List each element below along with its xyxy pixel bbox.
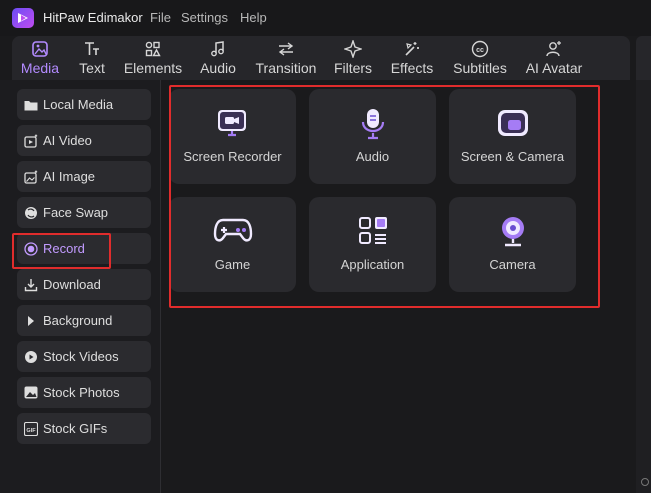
vertical-scrollbar[interactable] (636, 80, 651, 493)
face-swap-icon (24, 206, 38, 220)
sidebar-item-label: AI Image (43, 169, 96, 184)
sidebar-item-face-swap[interactable]: Face Swap (17, 197, 151, 228)
tab-ai-avatar[interactable]: AI Avatar (524, 36, 584, 80)
sidebar-item-background[interactable]: Background (17, 305, 151, 336)
elements-icon (145, 41, 161, 57)
avatar-icon (546, 41, 561, 57)
media-tab-bar: Media Text Elements Audio Transition Fil… (12, 36, 630, 80)
menu-help[interactable]: Help (240, 10, 267, 25)
download-icon (24, 278, 38, 292)
sidebar-item-download[interactable]: Download (17, 269, 151, 300)
tab-elements[interactable]: Elements (124, 36, 182, 80)
tab-label: Audio (200, 60, 236, 76)
media-sidebar: Local Media AI Video AI Image Face Swap … (0, 80, 161, 493)
tab-label: Filters (333, 60, 373, 76)
tab-media[interactable]: Media (20, 36, 60, 80)
tab-label: AI Avatar (525, 60, 583, 76)
record-highlight-box (12, 233, 111, 269)
ai-video-icon (24, 134, 38, 148)
title-bar: HitPaw Edimakor File Settings Help (0, 0, 651, 36)
ai-image-icon (24, 170, 38, 184)
record-options-highlight-box (169, 85, 600, 308)
tab-filters[interactable]: Filters (334, 36, 372, 80)
tab-label: Text (79, 60, 105, 76)
music-note-icon (211, 41, 224, 57)
sparkle-icon (344, 40, 362, 58)
menu-file[interactable]: File (150, 10, 171, 25)
sidebar-item-label: Stock Videos (43, 349, 119, 364)
sidebar-item-stock-gifs[interactable]: GIF Stock GIFs (17, 413, 151, 444)
tab-subtitles[interactable]: cc Subtitles (452, 36, 508, 80)
sidebar-item-label: Download (43, 277, 101, 292)
scroll-handle-icon[interactable] (641, 478, 649, 486)
app-title: HitPaw Edimakor (43, 10, 143, 25)
text-icon (85, 42, 99, 55)
sidebar-item-label: Stock Photos (43, 385, 120, 400)
tab-label: Subtitles (453, 60, 507, 76)
sidebar-item-label: AI Video (43, 133, 92, 148)
sidebar-item-label: Face Swap (43, 205, 109, 220)
cc-icon: cc (471, 40, 489, 58)
menu-settings[interactable]: Settings (181, 10, 228, 25)
stock-video-icon (24, 350, 38, 364)
sidebar-item-label: Stock GIFs (43, 421, 108, 436)
gif-icon: GIF (24, 421, 38, 436)
tab-effects[interactable]: Effects (390, 36, 434, 80)
tab-label: Media (20, 60, 60, 76)
tab-audio[interactable]: Audio (198, 36, 238, 80)
sidebar-item-label: Local Media (43, 97, 114, 112)
tab-text[interactable]: Text (78, 36, 106, 80)
sidebar-item-label: Background (43, 313, 113, 328)
transition-arrows-icon (278, 42, 294, 56)
tab-label: Transition (255, 60, 317, 76)
folder-icon (24, 98, 38, 112)
sidebar-item-stock-videos[interactable]: Stock Videos (17, 341, 151, 372)
tab-label: Effects (390, 60, 434, 76)
app-logo-icon (12, 8, 34, 28)
media-icon (32, 41, 48, 57)
tab-label: Elements (123, 60, 183, 76)
svg-text:GIF: GIF (26, 428, 36, 434)
play-triangle-icon (24, 314, 38, 328)
magic-wand-icon (405, 42, 419, 56)
sidebar-item-local-media[interactable]: Local Media (17, 89, 151, 120)
stock-photo-icon (24, 386, 38, 400)
tab-transition[interactable]: Transition (254, 36, 318, 80)
svg-text:cc: cc (476, 47, 484, 54)
sidebar-item-stock-photos[interactable]: Stock Photos (17, 377, 151, 408)
sidebar-item-ai-video[interactable]: AI Video (17, 125, 151, 156)
right-panel-edge (636, 36, 651, 80)
sidebar-item-ai-image[interactable]: AI Image (17, 161, 151, 192)
